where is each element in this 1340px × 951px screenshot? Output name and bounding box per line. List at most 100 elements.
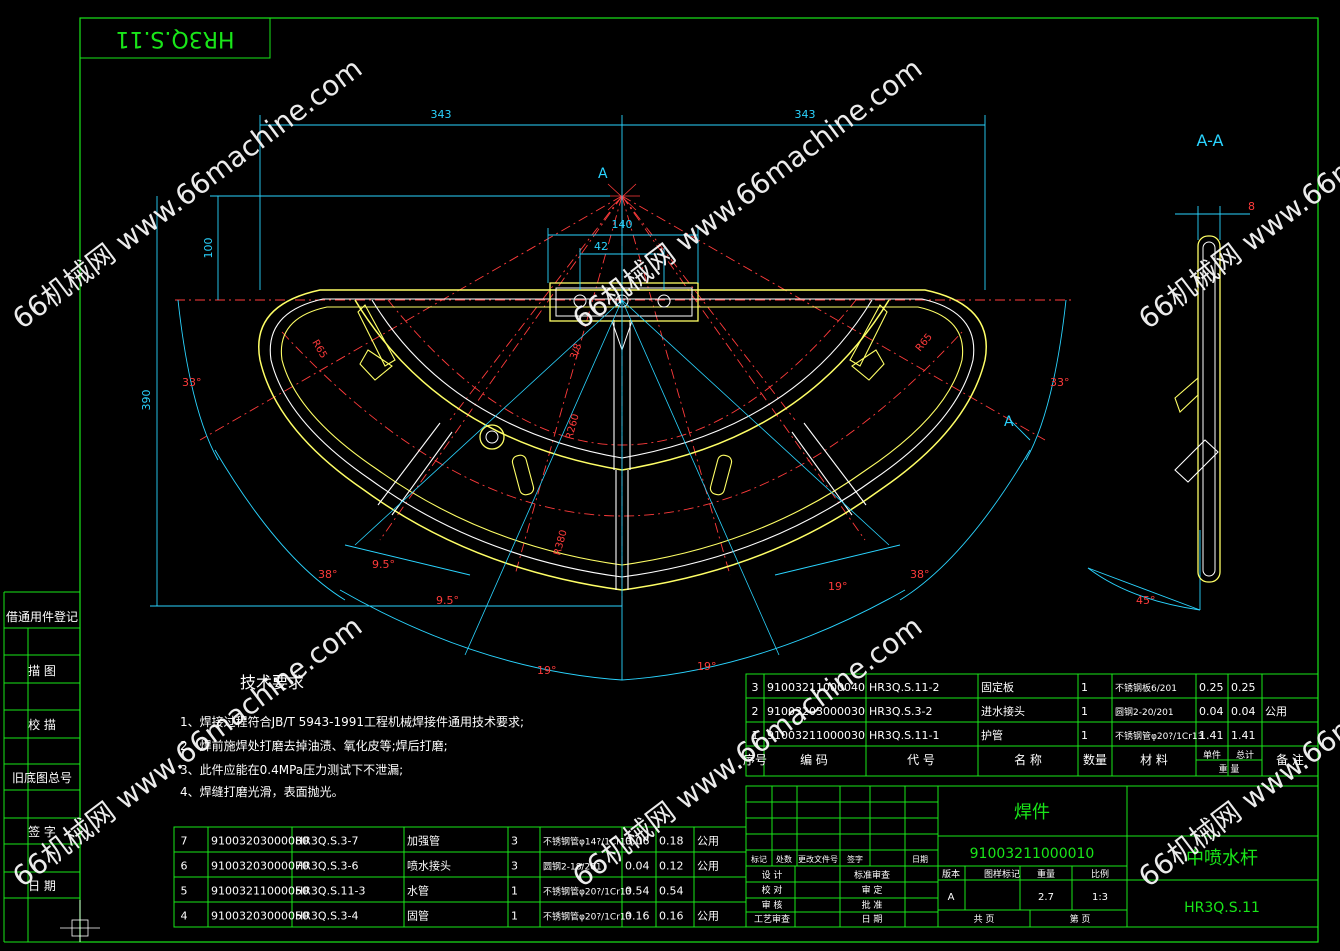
- stage-h-2: 重量: [1037, 868, 1055, 880]
- boml-row-1-note: 公用: [697, 860, 719, 873]
- dim-42: 42: [594, 240, 608, 253]
- boml-row-3-drawing: HR3Q.S.3-4: [295, 910, 359, 923]
- boml-row-2-unit: 0.54: [625, 885, 650, 898]
- bomu-row-2-total: 1.41: [1231, 729, 1256, 742]
- bomu-row-2-material: 不锈钢管φ20?/1Cr13: [1115, 730, 1203, 742]
- angle-19-mid: 19°: [828, 580, 848, 593]
- bom-header-unit: 单件: [1203, 749, 1221, 761]
- watermark-2: 66机械网 www.66machine.com: [566, 52, 928, 336]
- outer-tube: [258, 289, 987, 591]
- boml-row-0-qty: 3: [511, 835, 518, 848]
- boml-row-0-no: 7: [181, 835, 188, 848]
- bomu-row-1-material: 圆钢2-20/201: [1115, 706, 1174, 718]
- boml-row-1-qty: 3: [511, 860, 518, 873]
- boml-row-0-name: 加强管: [407, 834, 440, 848]
- sign-mid-2: 批 准: [862, 899, 883, 911]
- dim-r260: R260: [564, 413, 581, 441]
- boml-row-3-unit: 0.16: [625, 910, 650, 923]
- rev-cell-3: 签字: [847, 854, 863, 864]
- bom-header-material: 材 料: [1140, 753, 1168, 767]
- bomu-row-1-no: 2: [752, 705, 759, 718]
- sheet-number: 第 页: [1070, 913, 1091, 925]
- sign-left-0: 设 计: [762, 869, 783, 881]
- section-view: A-A 8: [1174, 131, 1255, 583]
- boml-row-1-drawing: HR3Q.S.3-6: [295, 860, 359, 873]
- bomu-row-2-drawing: HR3Q.S.11-1: [869, 729, 940, 742]
- scale-value: 1:3: [1092, 892, 1108, 903]
- weight-value: 2.7: [1038, 892, 1054, 903]
- bom-header-drawing: 代 号: [907, 753, 935, 767]
- bomu-row-0-no: 3: [752, 681, 759, 694]
- dim-r65-right: R65: [914, 332, 935, 354]
- bom-header-total: 总计: [1236, 749, 1254, 761]
- rev-cell-0: 标记: [751, 854, 767, 864]
- rev-cell-1: 处数: [776, 854, 792, 864]
- sign-left-2: 审 核: [762, 899, 783, 911]
- bomu-row-0-unit: 0.25: [1199, 681, 1224, 694]
- boml-row-2-no: 5: [181, 885, 188, 898]
- watermark-1: 66机械网 www.66machine.com: [6, 52, 368, 336]
- watermark-3: 66机械网 www.66machine.com: [1132, 52, 1340, 336]
- part-code: 91003211000010: [970, 846, 1095, 862]
- angle-19-bottom-left: 19°: [537, 664, 557, 677]
- bomu-row-2-unit: 1.41: [1199, 729, 1224, 742]
- section-label: A-A: [1197, 131, 1224, 150]
- dim-r65-left: R65: [309, 338, 328, 361]
- angle-19-bottom-right: 19°: [697, 660, 717, 673]
- bomu-row-1-qty: 1: [1081, 705, 1088, 718]
- strip-label-0: 借通用件登记: [6, 609, 78, 624]
- angle-9-5-lower: 9.5°: [436, 594, 459, 607]
- ucs-icon: [60, 900, 100, 942]
- boml-row-3-total: 0.16: [659, 910, 684, 923]
- sign-mid-1: 审 定: [862, 884, 883, 896]
- boml-row-2-qty: 1: [511, 885, 518, 898]
- angle-45: 45°: [1136, 594, 1156, 607]
- bomu-row-1-note: 公用: [1265, 705, 1287, 718]
- sign-mid-0: 标准审查: [854, 869, 890, 881]
- strip-label-3: 旧底图总号: [12, 770, 72, 785]
- stage-h-0: 版本: [942, 868, 960, 880]
- bom-header-weight: 重 量: [1219, 763, 1240, 775]
- boml-row-2-drawing: HR3Q.S.11-3: [295, 885, 366, 898]
- boml-row-2-name: 水管: [407, 884, 429, 898]
- drawing-no: HR3Q.S.11: [1184, 900, 1260, 916]
- bomu-row-2-name: 护管: [981, 728, 1003, 742]
- bomu-row-0-drawing: HR3Q.S.11-2: [869, 681, 940, 694]
- sheets-total: 共 页: [974, 914, 995, 925]
- angle-38-right: 38°: [910, 568, 930, 581]
- boml-row-3-note: 公用: [697, 910, 719, 923]
- dim-3-8: 3/8: [568, 342, 584, 361]
- sign-left-1: 校 对: [762, 884, 783, 896]
- tech-note-4: 4、焊缝打磨光滑，表面抛光。: [180, 784, 344, 799]
- dim-140: 140: [612, 218, 633, 231]
- cad-drawing: HR3Q.S.11 借通用件登记 描 图 校 描 旧底图总号 签 字 日 期 3…: [3, 17, 1340, 943]
- watermark-5: 66机械网 www.66machine.com: [566, 610, 928, 894]
- stage-value: A: [948, 892, 955, 903]
- dimension-lines: [150, 115, 1201, 680]
- dim-343-right: 343: [795, 108, 816, 121]
- angle-33-left: 33°: [182, 376, 202, 389]
- rev-cell-2: 更改文件号: [798, 854, 838, 864]
- boml-row-3-no: 4: [181, 910, 188, 923]
- angle-33-right: 33°: [1050, 376, 1070, 389]
- cut-marker-right: A: [1004, 414, 1014, 430]
- bomu-row-1-drawing: HR3Q.S.3-2: [869, 705, 933, 718]
- sign-mid-3: 日 期: [862, 914, 883, 925]
- dim-100: 100: [202, 238, 215, 259]
- dim-r380: R380: [552, 529, 569, 557]
- bomu-row-0-material: 不锈钢板6/201: [1115, 682, 1177, 694]
- boml-row-3-name: 固管: [407, 909, 429, 923]
- boml-row-1-name: 喷水接头: [407, 860, 451, 873]
- sign-left-3: 工艺审查: [754, 913, 790, 925]
- angle-38-left: 38°: [318, 568, 338, 581]
- cut-marker-top: A: [598, 166, 608, 182]
- dim-390: 390: [140, 390, 153, 411]
- strip-label-1: 描 图: [28, 664, 56, 678]
- bom-header-qty: 数量: [1083, 752, 1107, 767]
- angle-9-5-upper: 9.5°: [372, 558, 395, 571]
- boml-row-0-note: 公用: [697, 835, 719, 848]
- boml-row-1-no: 6: [181, 860, 188, 873]
- left-strip: 借通用件登记 描 图 校 描 旧底图总号 签 字 日 期: [4, 591, 80, 942]
- bom-header-code: 编 码: [800, 752, 828, 767]
- dim-343-left: 343: [431, 108, 452, 121]
